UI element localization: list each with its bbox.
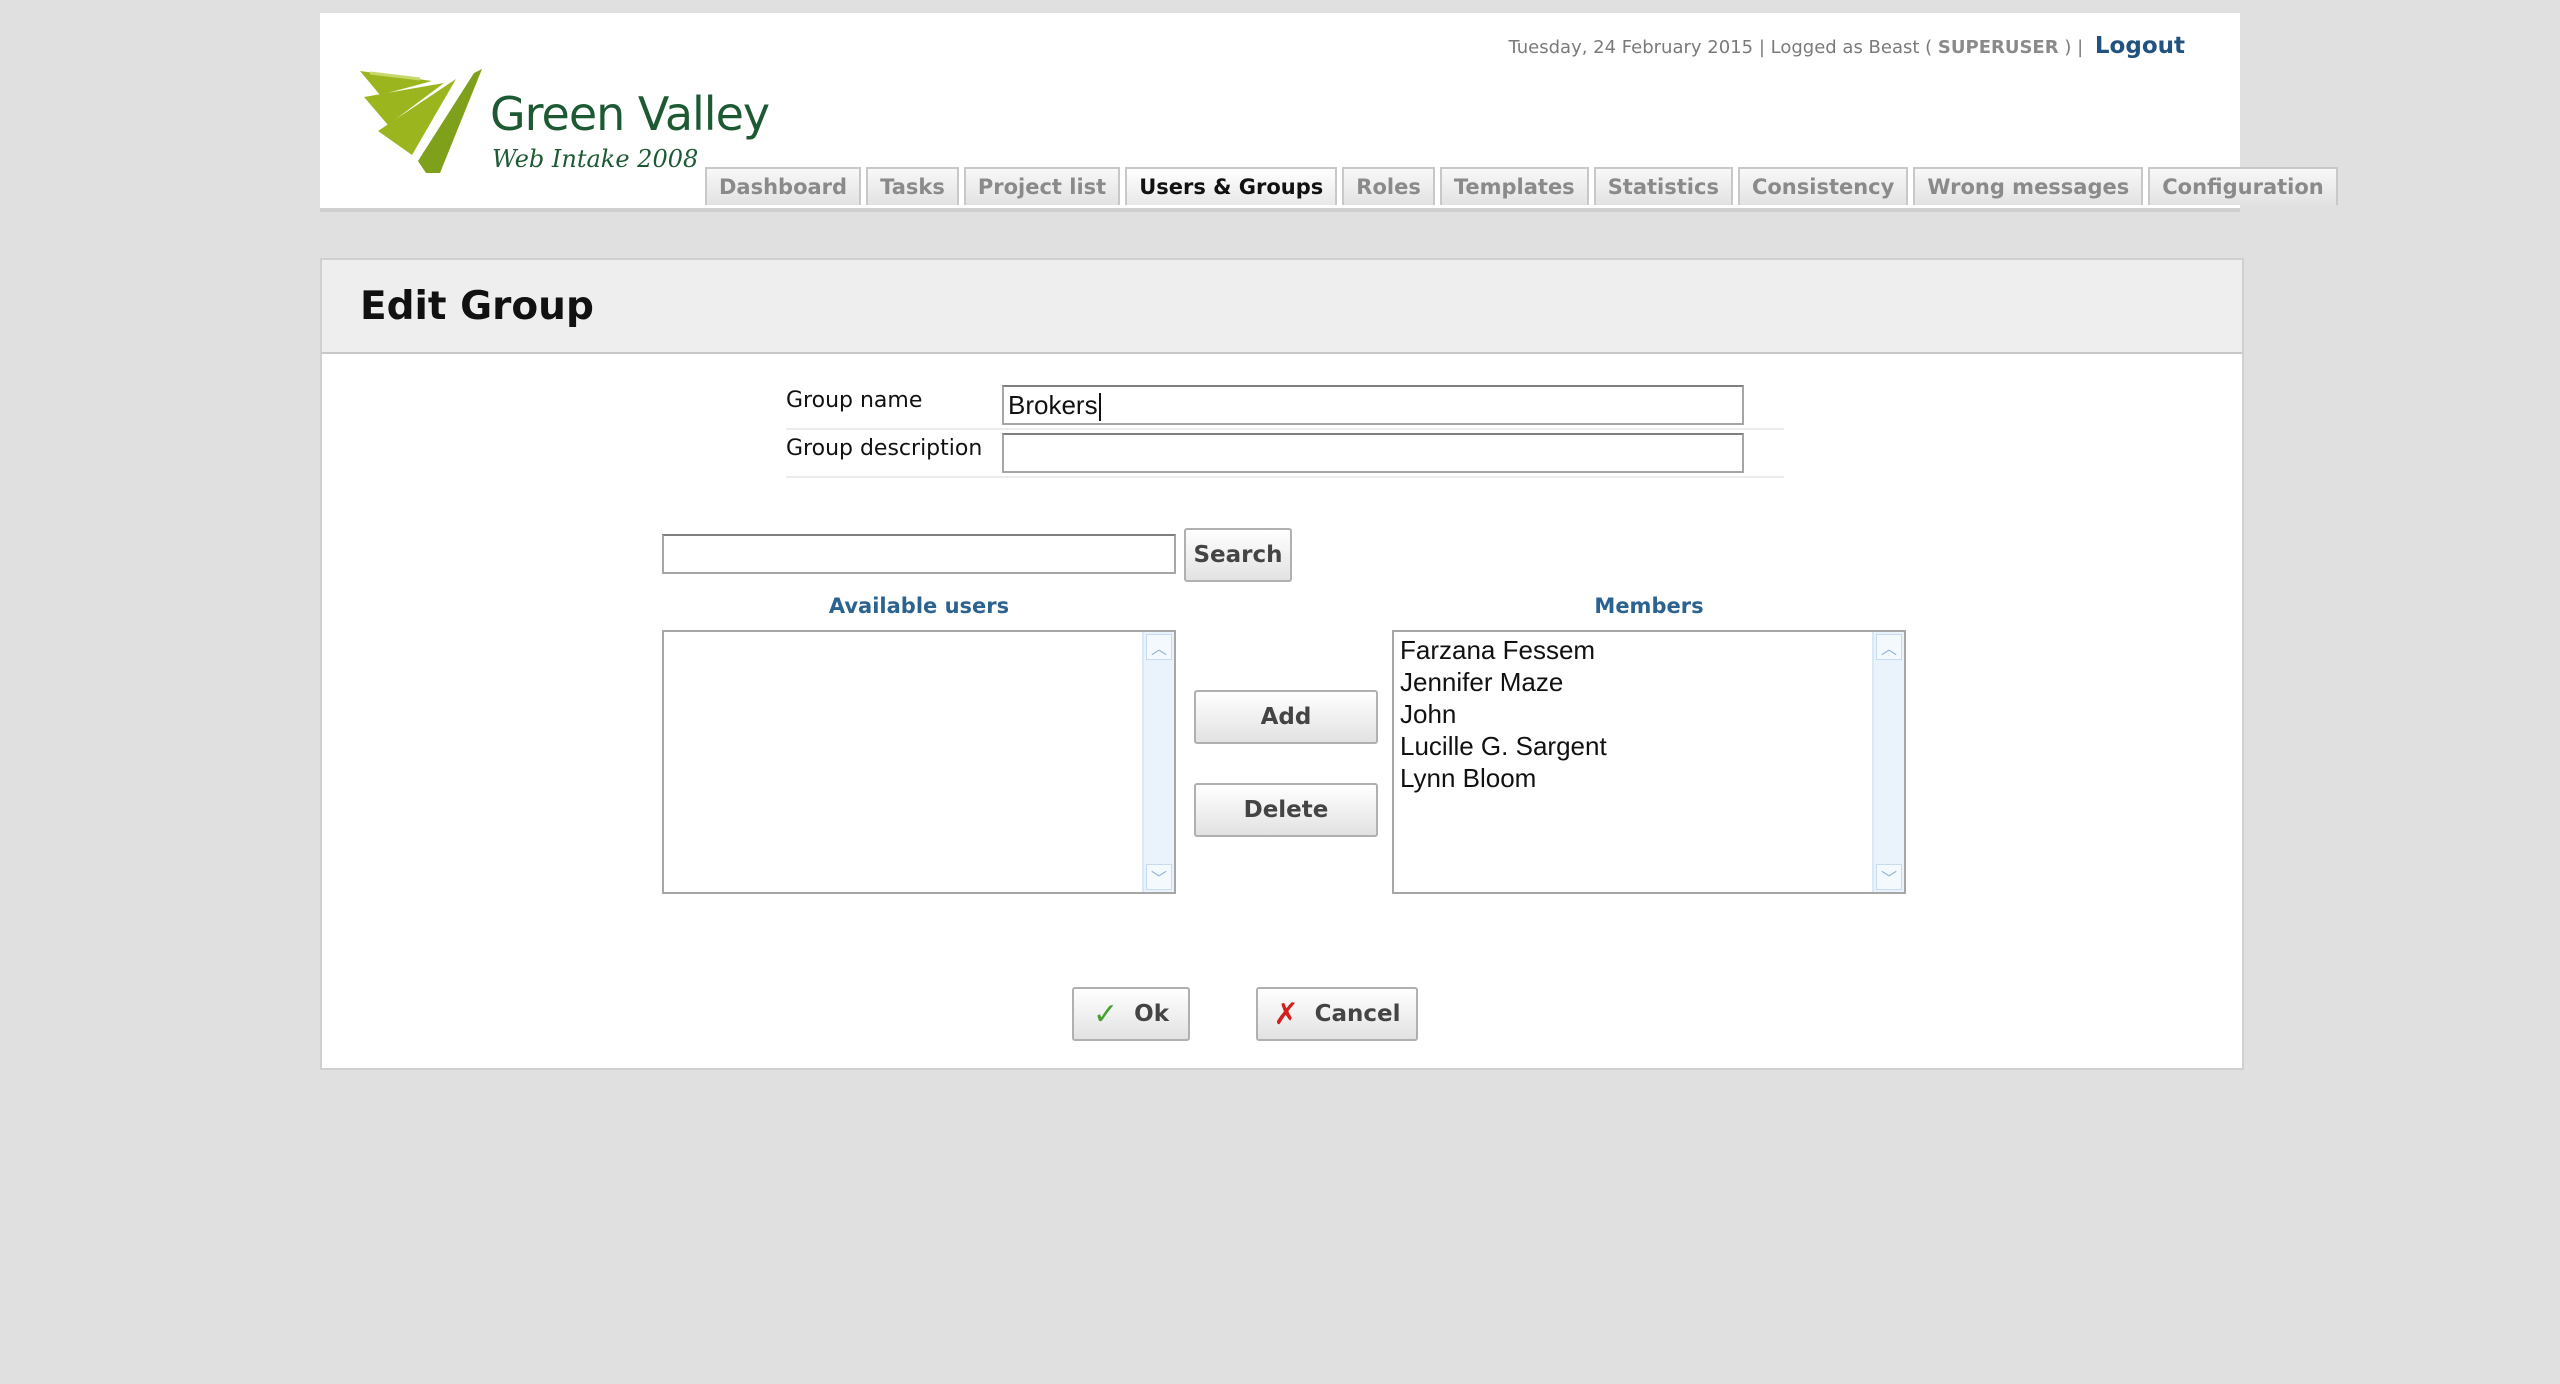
cancel-button[interactable]: ✗ Cancel [1256, 987, 1418, 1041]
group-name-input[interactable]: Brokers [1002, 385, 1744, 425]
tab-templates[interactable]: Templates [1439, 167, 1589, 205]
logged-as-text: Logged as Beast ( [1770, 37, 1933, 58]
delete-member-button[interactable]: Delete [1194, 783, 1378, 837]
group-name-label: Group name [786, 388, 923, 413]
group-description-input[interactable] [1002, 433, 1744, 473]
list-item[interactable]: Lucille G. Sargent [1394, 730, 1904, 762]
members-scrollbar[interactable]: ︿ ﹀ [1872, 632, 1904, 892]
panel-header: Edit Group [322, 260, 2242, 354]
form-divider [786, 428, 1784, 430]
session-info: Tuesday, 24 February 2015 | Logged as Be… [1508, 33, 2185, 59]
checkmark-icon: ✓ [1093, 996, 1119, 1032]
ok-label: Ok [1134, 1001, 1169, 1027]
tab-consistency[interactable]: Consistency [1737, 167, 1909, 205]
close-icon: ✗ [1273, 996, 1299, 1032]
app-header: Green Valley Web Intake 2008 Tuesday, 24… [320, 13, 2338, 212]
page-title: Edit Group [360, 284, 594, 329]
list-item[interactable]: Jennifer Maze [1394, 666, 1904, 698]
logo-stripes-icon [360, 69, 482, 173]
current-date: Tuesday, 24 February 2015 [1508, 37, 1754, 58]
tab-configuration[interactable]: Configuration [2148, 167, 2338, 205]
members-items: Farzana Fessem Jennifer Maze John Lucill… [1394, 632, 1904, 794]
main-nav-tabs: Dashboard Tasks Project list Users & Gro… [705, 167, 2338, 207]
logged-as-suffix: ) [2064, 37, 2072, 58]
tab-roles[interactable]: Roles [1342, 167, 1435, 205]
logo-title: Green Valley [490, 87, 770, 141]
green-valley-logo: Green Valley Web Intake 2008 [360, 53, 770, 183]
tab-dashboard[interactable]: Dashboard [705, 167, 862, 205]
tab-users-groups[interactable]: Users & Groups [1125, 167, 1338, 205]
user-search-input[interactable] [662, 534, 1176, 574]
scroll-up-icon[interactable]: ︿ [1146, 634, 1172, 660]
list-item[interactable]: Lynn Bloom [1394, 762, 1904, 794]
tab-project-list[interactable]: Project list [963, 167, 1121, 205]
text-caret [1098, 393, 1101, 422]
separator: | [1758, 37, 1765, 58]
add-member-button[interactable]: Add [1194, 690, 1378, 744]
tab-tasks[interactable]: Tasks [866, 167, 959, 205]
group-description-label: Group description [786, 436, 983, 461]
ok-button[interactable]: ✓ Ok [1072, 987, 1190, 1041]
members-heading: Members [1594, 594, 1704, 618]
edit-group-panel: Edit Group Group name Brokers Group desc… [320, 258, 2244, 1070]
cancel-label: Cancel [1314, 1001, 1401, 1027]
scroll-up-icon[interactable]: ︿ [1876, 634, 1902, 660]
user-role: SUPERUSER [1937, 37, 2059, 58]
scroll-down-icon[interactable]: ﹀ [1876, 864, 1902, 890]
list-item[interactable]: Farzana Fessem [1394, 634, 1904, 666]
tab-wrong-messages[interactable]: Wrong messages [1913, 167, 2144, 205]
logo-subtitle: Web Intake 2008 [492, 145, 699, 173]
tab-statistics[interactable]: Statistics [1593, 167, 1733, 205]
available-users-list[interactable]: ︿ ﹀ [662, 630, 1176, 894]
search-button[interactable]: Search [1184, 528, 1292, 582]
available-users-scrollbar[interactable]: ︿ ﹀ [1142, 632, 1174, 892]
logout-link[interactable]: Logout [2095, 33, 2185, 59]
available-users-heading: Available users [828, 594, 1010, 618]
group-name-value: Brokers [1008, 390, 1098, 420]
separator: | [2077, 37, 2084, 58]
form-divider [786, 476, 1784, 478]
list-item[interactable]: John [1394, 698, 1904, 730]
members-list[interactable]: Farzana Fessem Jennifer Maze John Lucill… [1392, 630, 1906, 894]
scroll-down-icon[interactable]: ﹀ [1146, 864, 1172, 890]
